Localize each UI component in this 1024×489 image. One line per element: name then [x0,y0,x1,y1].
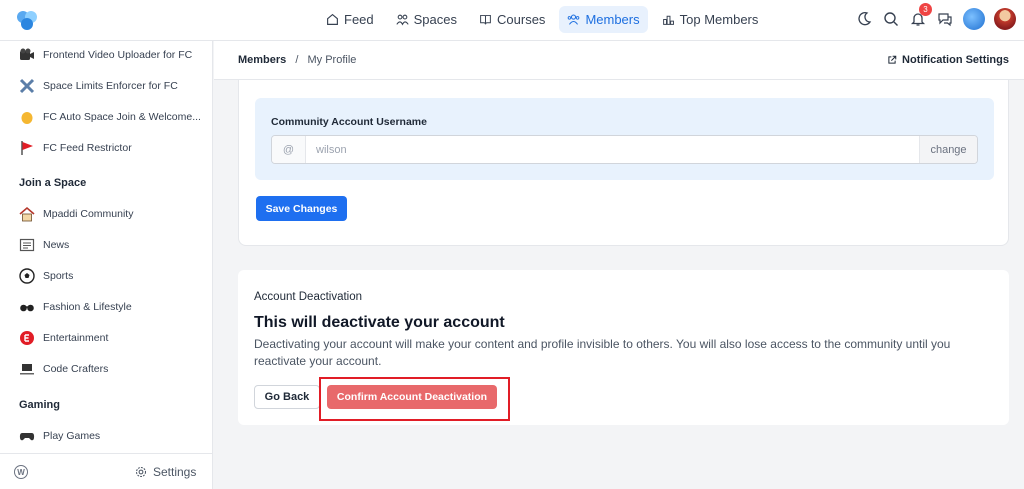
sidebar-item-label: FC Auto Space Join & Welcome... [43,111,201,123]
gamepad-icon [19,433,35,441]
sidebar-item-feed-restrictor[interactable]: FC Feed Restrictor [19,140,132,156]
sidebar-item-video-uploader[interactable]: Frontend Video Uploader for FC [19,47,192,63]
notification-settings-label: Notification Settings [902,54,1009,66]
nav-courses[interactable]: Courses [471,6,553,33]
nav-top-members[interactable]: Top Members [654,6,767,33]
red-flag-icon [21,141,33,155]
deactivation-title: This will deactivate your account [254,314,505,331]
at-sign-prefix: @ [272,136,306,163]
tools-icon [19,78,35,94]
wordpress-icon[interactable]: W [14,465,28,479]
sunglasses-icon [20,304,34,312]
leaderboard-icon [662,15,674,25]
sidebar-item-label: Frontend Video Uploader for FC [43,49,193,61]
camera-icon [20,48,34,60]
book-icon [480,14,491,25]
profile-card: Community Account Username @ change Save… [238,80,1009,246]
gaming-heading: Gaming [19,399,60,411]
chat-icon[interactable] [936,10,954,28]
notification-settings-link[interactable]: Notification Settings [887,54,1009,66]
nav-spaces-label: Spaces [413,12,458,27]
nav-spaces[interactable]: Spaces [388,6,465,33]
newspaper-icon [19,238,35,252]
sidebar-item-entertainment[interactable]: Entertainment [19,330,108,346]
confirm-deactivation-button[interactable]: Confirm Account Deactivation [327,385,497,409]
nav-top-members-label: Top Members [679,12,759,27]
sidebar: Frontend Video Uploader for FC Space Lim… [0,41,213,489]
home-icon [327,13,338,25]
sidebar-footer: W Settings [0,453,213,489]
sidebar-item-label: Entertainment [43,332,109,344]
sidebar-item-label: Code Crafters [43,363,109,375]
search-icon[interactable] [882,10,900,28]
settings-label: Settings [153,465,197,479]
main-header: Members / My Profile Notification Settin… [214,41,1024,80]
breadcrumb-members-link[interactable]: Members [238,54,286,66]
notification-count-badge: 3 [919,3,932,16]
user-avatar[interactable] [994,8,1016,30]
username-section: Community Account Username @ change [255,98,994,180]
sidebar-item-auto-join[interactable]: FC Auto Space Join & Welcome... [19,109,201,125]
gear-icon [135,466,147,478]
wave-hand-icon [21,112,33,124]
laptop-icon [20,364,34,375]
external-link-icon [888,55,897,64]
sidebar-item-label: Space Limits Enforcer for FC [43,80,178,92]
sidebar-item-label: News [43,239,70,251]
sidebar-item-space-limits[interactable]: Space Limits Enforcer for FC [19,78,178,94]
sidebar-item-label: Mpaddi Community [43,208,134,220]
sidebar-item-mpaddi[interactable]: Mpaddi Community [19,206,133,222]
soccer-ball-icon [19,268,35,284]
sidebar-item-label: FC Feed Restrictor [43,142,132,154]
username-label: Community Account Username [271,116,427,128]
join-space-heading: Join a Space [19,177,87,189]
globe-icon[interactable] [963,8,985,30]
deactivation-description: Deactivating your account will make your… [254,337,951,368]
nav-feed[interactable]: Feed [318,6,382,33]
sidebar-item-news[interactable]: News [19,237,69,253]
username-input[interactable] [306,136,919,163]
top-bar: Feed Spaces Courses Members Top Members … [0,0,1024,41]
sidebar-item-label: Sports [43,270,74,282]
sidebar-item-fashion[interactable]: Fashion & Lifestyle [19,299,132,315]
username-input-group: @ change [271,135,978,164]
settings-button[interactable]: Settings [135,465,196,479]
nav-members-label: Members [585,12,640,27]
users-icon [396,14,409,26]
entertainment-icon [20,331,34,345]
nav-feed-label: Feed [344,12,374,27]
house-icon [19,206,35,222]
nav-courses-label: Courses [497,12,546,27]
go-back-button[interactable]: Go Back [254,385,320,409]
sidebar-item-code-crafters[interactable]: Code Crafters [19,361,108,377]
sidebar-item-label: Fashion & Lifestyle [43,301,132,313]
deactivation-card: Account Deactivation This will deactivat… [238,270,1009,425]
sidebar-item-play-games[interactable]: Play Games [19,428,100,444]
save-changes-button[interactable]: Save Changes [256,196,347,221]
sidebar-item-sports[interactable]: Sports [19,268,73,284]
breadcrumb: Members / My Profile [238,54,356,66]
notifications-bell-icon[interactable]: 3 [909,3,932,28]
members-icon [568,14,580,25]
nav-members[interactable]: Members [559,6,648,33]
change-username-button[interactable]: change [919,136,977,163]
top-actions: 3 [855,3,1016,30]
deactivation-section-label: Account Deactivation [254,291,363,303]
breadcrumb-current: My Profile [307,54,357,66]
main-nav: Feed Spaces Courses Members Top Members [318,6,766,33]
sidebar-item-label: Play Games [43,430,101,442]
app-logo-icon[interactable] [14,8,40,32]
dark-mode-icon[interactable] [855,10,873,28]
breadcrumb-separator: / [295,54,299,66]
